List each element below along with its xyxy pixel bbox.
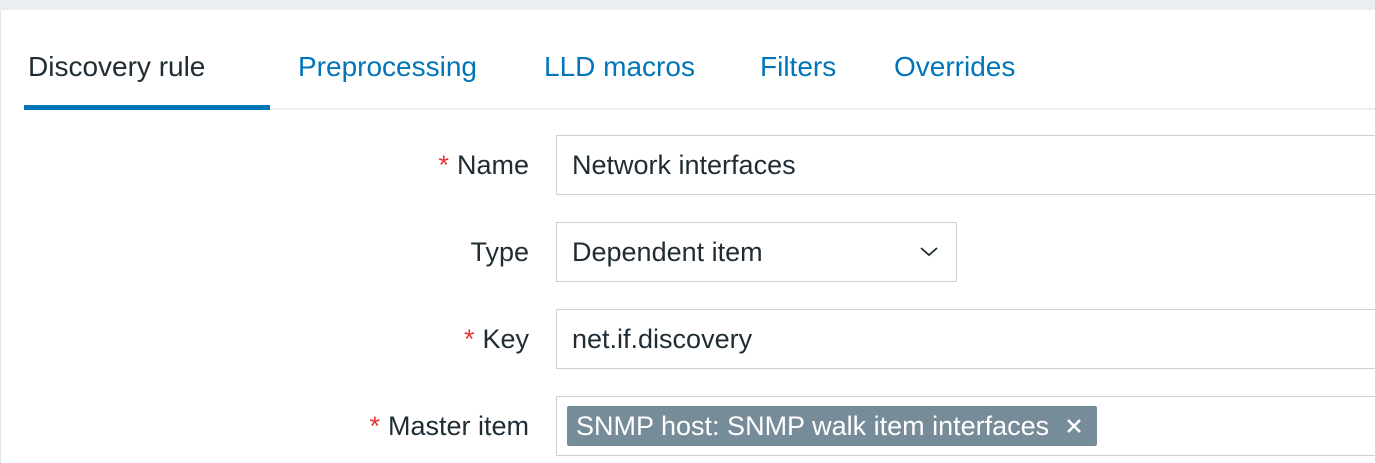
tab-label: Filters — [760, 51, 837, 82]
tab-discovery-rule[interactable]: Discovery rule — [24, 10, 270, 110]
name-input-value: Network interfaces — [572, 150, 796, 180]
key-input-value: net.if.discovery — [572, 324, 753, 354]
tab-label: Discovery rule — [28, 51, 206, 82]
chevron-down-icon — [920, 247, 938, 257]
tab-filters[interactable]: Filters — [760, 10, 836, 108]
tab-bar: Discovery rule Preprocessing LLD macros … — [24, 10, 1375, 110]
tab-lld-macros[interactable]: LLD macros — [544, 10, 695, 108]
tab-label: LLD macros — [544, 51, 695, 82]
required-marker: * — [369, 411, 380, 441]
name-input[interactable]: Network interfaces — [556, 135, 1375, 195]
tab-preprocessing[interactable]: Preprocessing — [298, 10, 477, 108]
type-row: Type Dependent item — [1, 220, 1375, 284]
form-panel: Discovery rule Preprocessing LLD macros … — [0, 10, 1375, 463]
master-item-multiselect[interactable]: SNMP host: SNMP walk item interfaces — [556, 396, 1375, 456]
name-label-text: Name — [456, 150, 529, 180]
key-label: * Key — [464, 307, 529, 371]
master-item-label-text: Master item — [387, 411, 529, 441]
required-marker: * — [463, 324, 475, 354]
required-marker: * — [438, 150, 449, 180]
name-row: * Name Network interfaces — [1, 133, 1375, 197]
name-label: * Name — [438, 133, 529, 197]
tab-label: Overrides — [894, 51, 1016, 82]
master-item-row: * Master item SNMP host: SNMP walk item i… — [1, 394, 1375, 458]
type-label: Type — [470, 237, 529, 267]
tab-overrides[interactable]: Overrides — [894, 10, 1015, 108]
type-select[interactable]: Dependent item — [556, 222, 957, 282]
type-select-value: Dependent item — [572, 237, 763, 267]
key-label-text: Key — [482, 324, 529, 354]
master-item-tag: SNMP host: SNMP walk item interfaces — [567, 406, 1098, 446]
master-item-label: * Master item — [369, 394, 529, 458]
tab-label: Preprocessing — [298, 51, 477, 82]
key-row: * Key net.if.discovery — [1, 307, 1375, 371]
master-item-tag-label: SNMP host: SNMP walk item interfaces — [576, 411, 1050, 441]
key-input[interactable]: net.if.discovery — [556, 309, 1375, 369]
close-icon[interactable] — [1065, 417, 1083, 435]
